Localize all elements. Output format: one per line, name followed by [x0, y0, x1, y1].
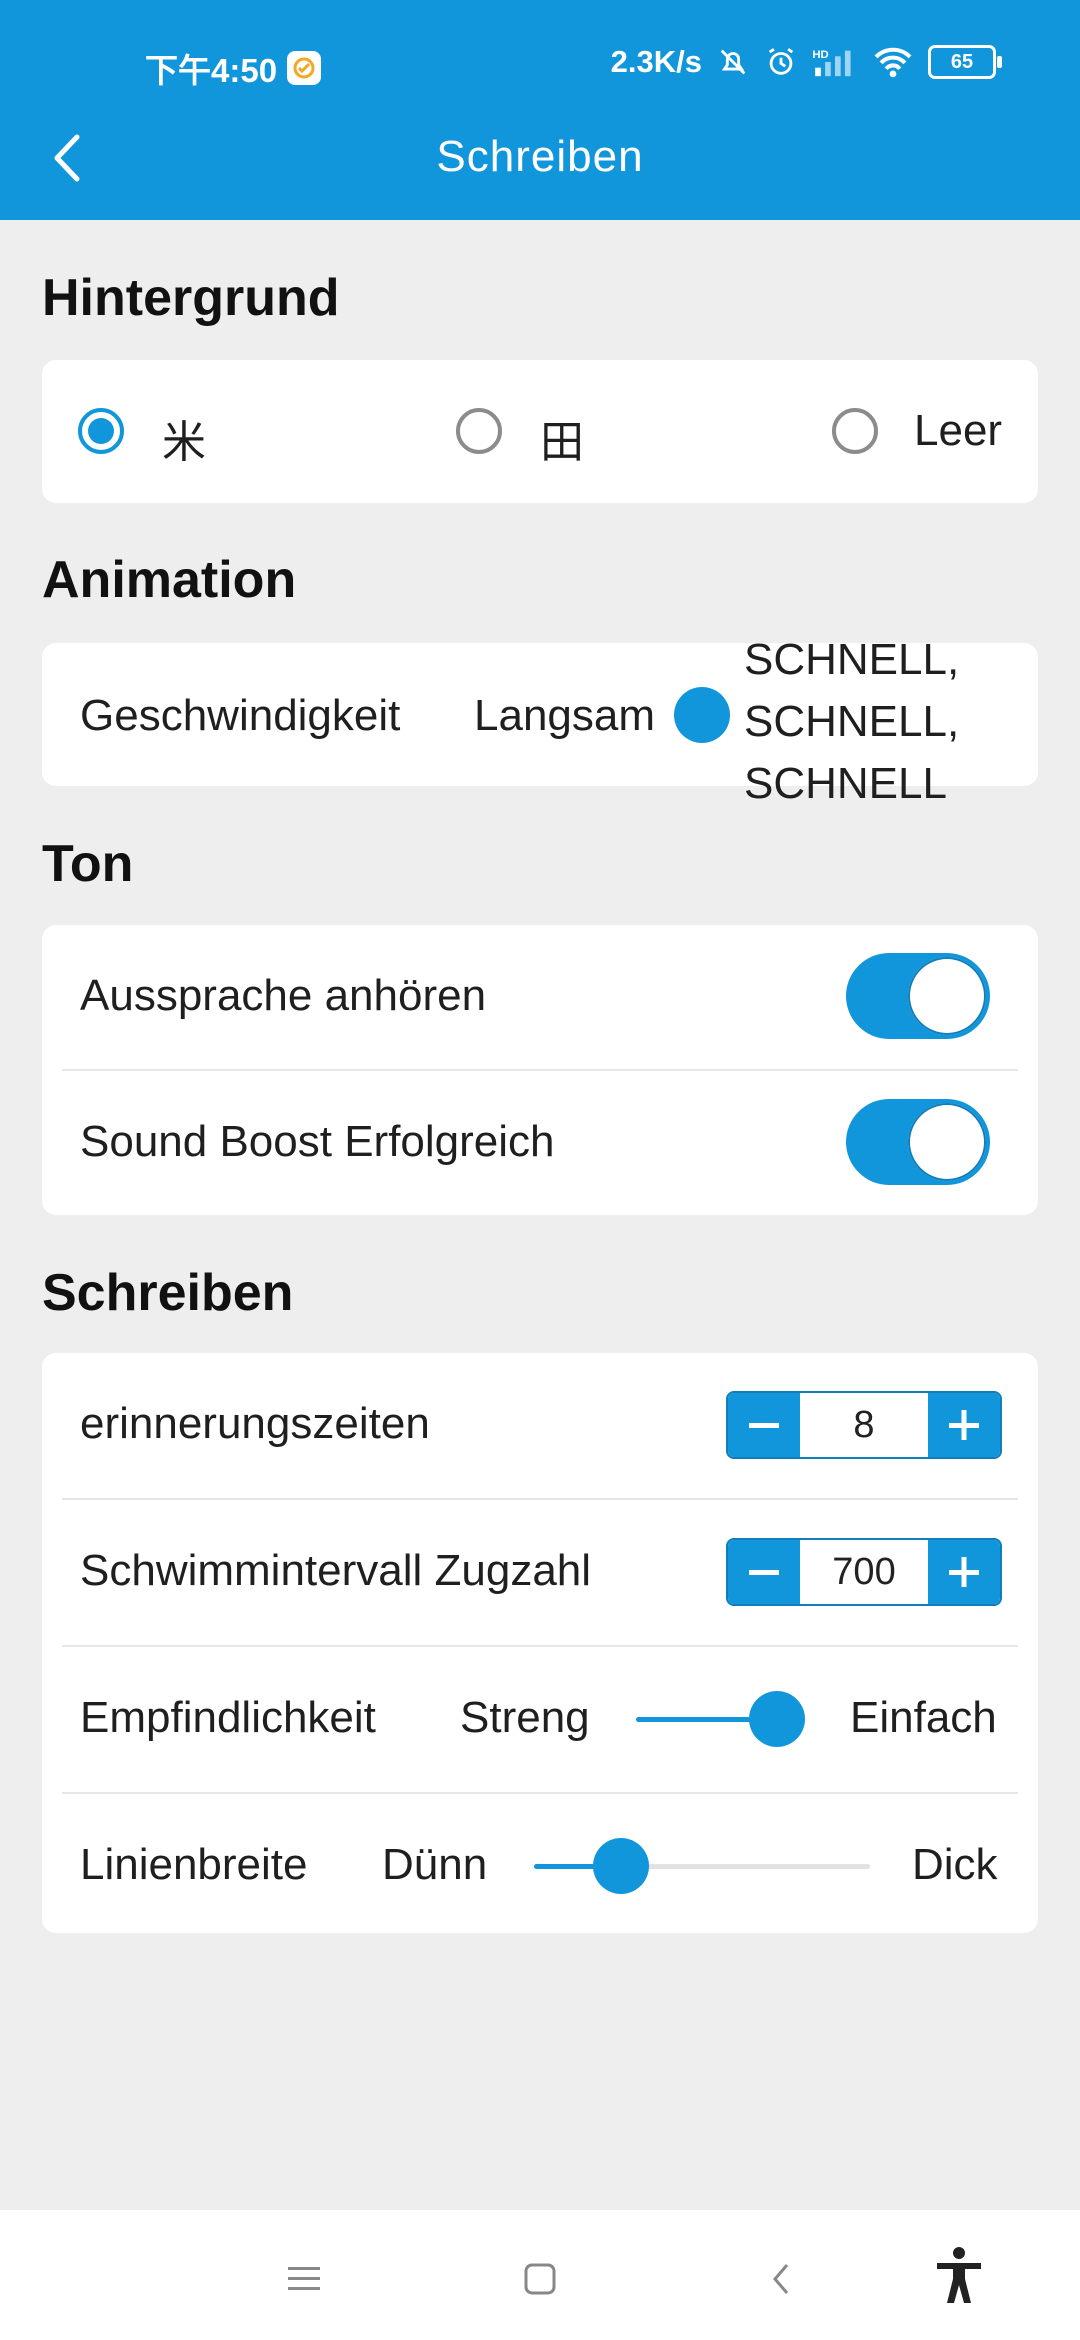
- sensitivity-slider[interactable]: [636, 1689, 806, 1749]
- speed-label: Geschwindigkeit: [80, 691, 401, 740]
- section-title-writing: Schreiben: [42, 1264, 294, 1322]
- sound-item-boost: Sound Boost Erfolgreich: [42, 1071, 1038, 1215]
- line-width-row: Linienbreite Dünn Dick: [42, 1794, 1038, 1933]
- alarm-icon: [764, 45, 798, 79]
- option-label-empty: Leer: [914, 406, 1003, 455]
- app-header: 下午4:50 2.3K/s HD 65 Schreiben: [0, 0, 1080, 220]
- accessibility-icon[interactable]: [928, 2244, 990, 2306]
- radio-mi[interactable]: [78, 408, 124, 454]
- reminders-increment-button[interactable]: [928, 1393, 1000, 1457]
- line-width-min-label: Dünn: [382, 1840, 488, 1889]
- reminders-value[interactable]: 8: [800, 1393, 928, 1457]
- sensitivity-slider-thumb[interactable]: [749, 1691, 806, 1747]
- background-option-mi[interactable]: 米: [78, 360, 258, 503]
- svg-text:HD: HD: [812, 49, 828, 61]
- swim-interval-value[interactable]: 700: [800, 1540, 928, 1604]
- radio-tian[interactable]: [456, 408, 502, 454]
- sensitivity-label: Empfindlichkeit: [80, 1693, 376, 1742]
- mute-bell-icon: [716, 45, 750, 79]
- sensitivity-min-label: Streng: [460, 1693, 590, 1742]
- animation-card: Geschwindigkeit Langsam SCHNELL, SCHNELL…: [42, 635, 1038, 808]
- line-width-max-label: Dick: [912, 1840, 998, 1889]
- home-icon[interactable]: [515, 2254, 565, 2304]
- reminders-row: erinnerungszeiten 8: [42, 1353, 1038, 1498]
- battery-level: 65: [950, 50, 974, 73]
- swim-interval-decrement-button[interactable]: [728, 1540, 800, 1604]
- minus-icon: [749, 1570, 779, 1575]
- plus-icon: [949, 1557, 979, 1587]
- line-width-slider-thumb[interactable]: [593, 1838, 650, 1894]
- pronunciation-toggle[interactable]: [846, 953, 990, 1039]
- sensitivity-max-label: Einfach: [850, 1693, 997, 1742]
- option-label-mi: 米: [162, 418, 206, 467]
- minus-icon: [749, 1423, 779, 1428]
- wifi-icon: [872, 45, 914, 79]
- line-width-label: Linienbreite: [80, 1840, 308, 1889]
- speed-fast-label: SCHNELL, SCHNELL, SCHNELL: [744, 635, 960, 808]
- hd-signal-icon: HD: [812, 45, 858, 79]
- status-time-text: 下午4:50: [145, 52, 278, 89]
- writing-card: erinnerungszeiten 8 Schwimmintervall Zug…: [42, 1353, 1038, 1933]
- back-icon[interactable]: [756, 2254, 806, 2304]
- option-label-tian: 田: [540, 418, 584, 467]
- section-title-sound: Ton: [42, 835, 134, 893]
- swim-interval-label: Schwimmintervall Zugzahl: [80, 1546, 592, 1595]
- swim-interval-row: Schwimmintervall Zugzahl 700: [42, 1500, 1038, 1645]
- swim-interval-stepper: 700: [726, 1538, 1002, 1606]
- battery-icon: 65: [928, 45, 1002, 79]
- sound-boost-label: Sound Boost Erfolgreich: [80, 1117, 555, 1166]
- status-icons: 2.3K/s HD 65: [610, 44, 1002, 80]
- speed-slow-label: Langsam: [474, 691, 656, 740]
- reminders-decrement-button[interactable]: [728, 1393, 800, 1457]
- line-width-slider[interactable]: [534, 1836, 870, 1896]
- speed-slider-thumb[interactable]: [674, 687, 730, 743]
- menu-icon[interactable]: [279, 2254, 329, 2304]
- page-title: Schreiben: [436, 132, 644, 181]
- background-option-tian[interactable]: 田: [456, 360, 636, 503]
- reminders-label: erinnerungszeiten: [80, 1399, 430, 1448]
- app-badge-icon: [287, 51, 322, 85]
- network-speed: 2.3K/s: [610, 44, 702, 79]
- background-option-empty[interactable]: Leer: [832, 360, 1032, 503]
- sound-card: Aussprache anhören Sound Boost Erfolgrei…: [42, 925, 1038, 1215]
- sound-boost-toggle[interactable]: [846, 1099, 990, 1185]
- swim-interval-increment-button[interactable]: [928, 1540, 1000, 1604]
- radio-empty[interactable]: [832, 408, 878, 454]
- status-time: 下午4:50: [145, 44, 322, 92]
- sensitivity-row: Empfindlichkeit Streng Einfach: [42, 1647, 1038, 1792]
- background-card: 米 田 Leer: [42, 360, 1038, 503]
- section-title-background: Hintergrund: [42, 269, 340, 327]
- reminders-stepper: 8: [726, 1391, 1002, 1459]
- plus-icon: [949, 1410, 979, 1440]
- system-nav-bar: [0, 2210, 1080, 2340]
- section-title-animation: Animation: [42, 551, 297, 609]
- sound-item-pronunciation: Aussprache anhören: [42, 925, 1038, 1069]
- pronunciation-label: Aussprache anhören: [80, 971, 487, 1020]
